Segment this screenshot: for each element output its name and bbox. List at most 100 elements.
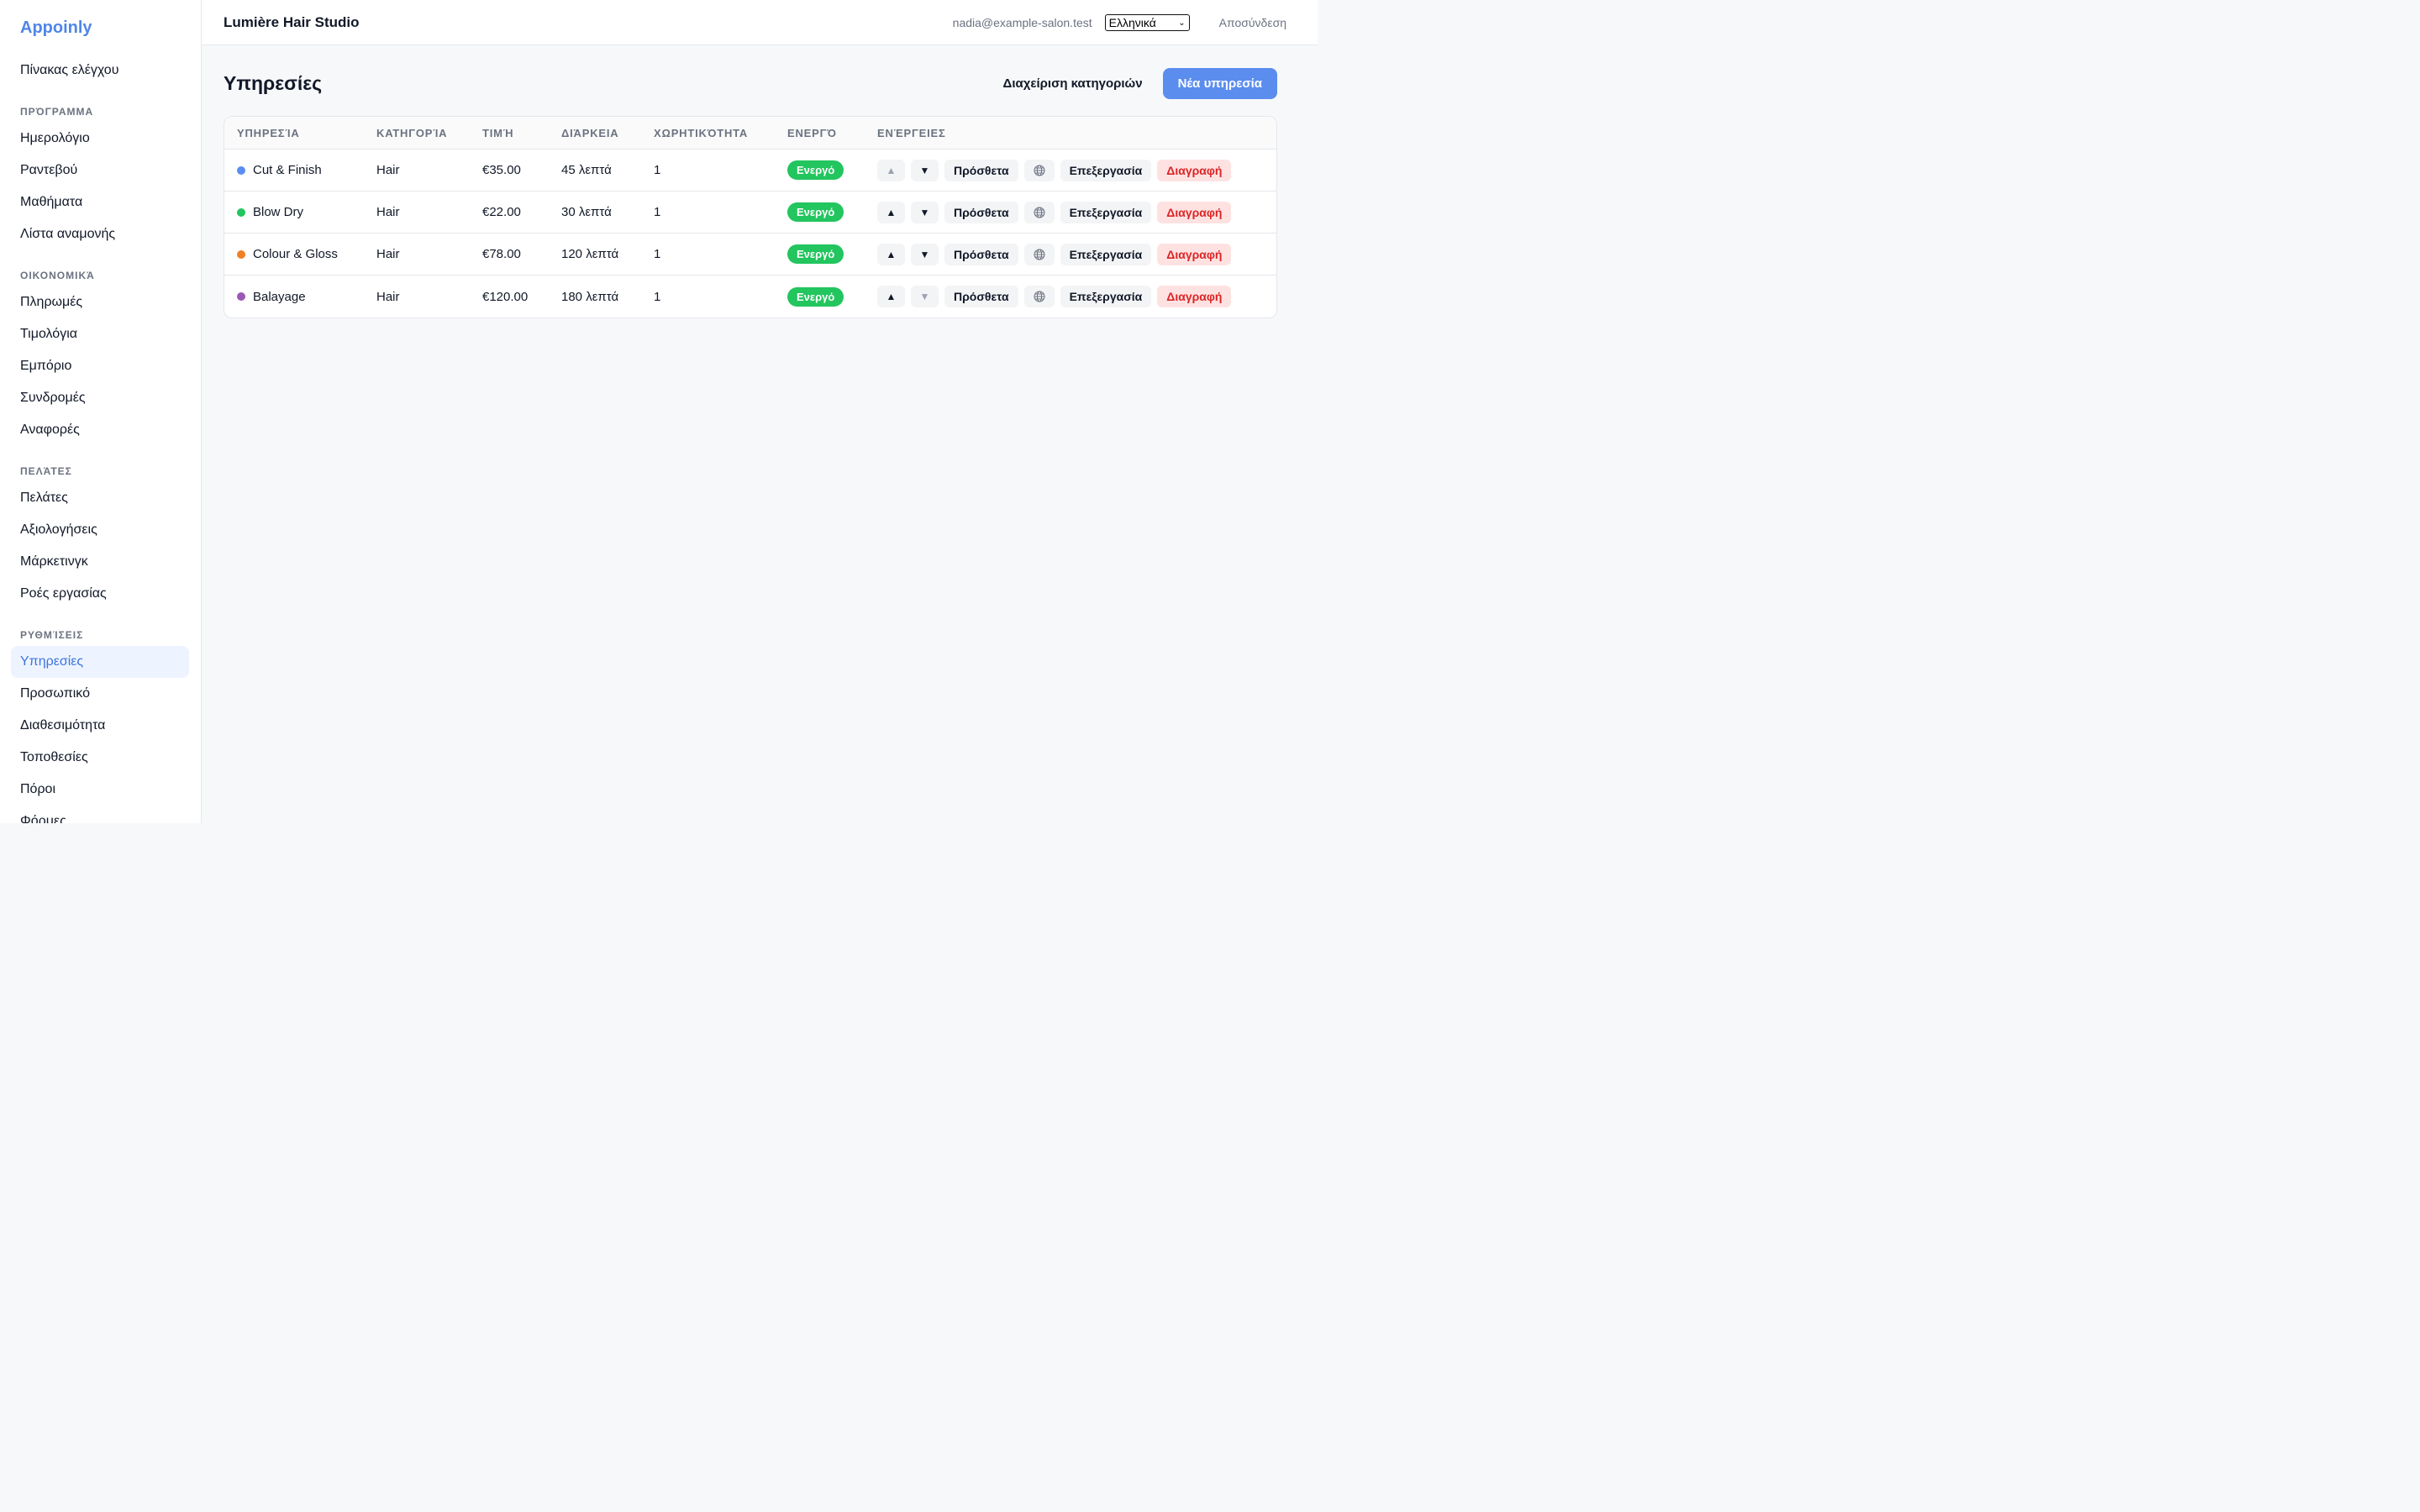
column-header-actions: Ενέργειες [877,126,946,139]
duration-cell: 30 λεπτά [561,205,612,219]
column-header-duration[interactable]: Διάρκεια [561,127,654,139]
sidebar-item[interactable]: Τιμολόγια [0,318,190,350]
sidebar-item[interactable]: Υπηρεσίες [11,646,189,678]
delete-button[interactable]: Διαγραφή [1157,159,1232,181]
move-up-button[interactable]: ▲ [877,286,905,307]
price-cell: €22.00 [482,205,521,219]
table-row: Blow Dry Hair €22.00 30 λεπτά 1 Ενεργό ▲… [224,192,1276,234]
sidebar-item[interactable]: Αναφορές [0,414,190,446]
sidebar-item-dashboard[interactable]: Πίνακας ελέγχου [0,55,190,87]
manage-categories-button[interactable]: Διαχείριση κατηγοριών [1003,76,1143,91]
status-cell: Ενεργό [787,160,877,180]
studio-name: Lumière Hair Studio [224,13,360,30]
sidebar-item[interactable]: Ραντεβού [0,155,190,186]
delete-button[interactable]: Διαγραφή [1157,286,1232,307]
column-header-service[interactable]: Υπηρεσία [224,127,376,139]
edit-button[interactable]: Επεξεργασία [1060,159,1152,181]
duration-cell: 120 λεπτά [561,247,619,261]
table-row: Cut & Finish Hair €35.00 45 λεπτά 1 Ενερ… [224,150,1276,192]
column-header-category[interactable]: Κατηγορία [376,127,482,139]
table-header: Υπηρεσία Κατηγορία Τιμή Διάρκεια Χωρητικ… [224,117,1276,150]
price-cell: €120.00 [482,289,529,304]
status-cell: Ενεργό [787,244,877,264]
column-header-capacity[interactable]: Χωρητικότητα [654,127,787,139]
brand-logo[interactable]: Appoinly [0,0,201,55]
price-cell: €35.00 [482,163,521,177]
services-table: Υπηρεσία Κατηγορία Τιμή Διάρκεια Χωρητικ… [224,116,1277,318]
sidebar-item[interactable]: Τοποθεσίες [0,742,190,774]
column-header-price[interactable]: Τιμή [482,127,561,139]
sidebar-item[interactable]: Εμπόριο [0,350,190,382]
price-cell: €78.00 [482,247,521,261]
sidebar-item[interactable]: Πελάτες [0,482,190,514]
sidebar-item[interactable]: Λίστα αναμονής [0,218,190,250]
service-cell: Colour & Gloss [224,247,376,261]
column-header-active[interactable]: Ενεργό [787,127,877,139]
move-down-button[interactable]: ▼ [911,159,939,181]
addons-button[interactable]: Πρόσθετα [944,243,1018,265]
move-down-button[interactable]: ▼ [911,201,939,223]
move-up-button[interactable]: ▲ [877,201,905,223]
delete-button[interactable]: Διαγραφή [1157,243,1232,265]
status-cell: Ενεργό [787,286,877,307]
move-down-button[interactable]: ▼ [911,243,939,265]
actions-cell: ▲ ▼ Πρόσθετα Επεξεργασία Διαγραφή [877,201,1276,223]
sidebar-item[interactable]: Ημερολόγιο [0,123,190,155]
actions-cell: ▲ ▼ Πρόσθετα Επεξεργασία Διαγραφή [877,243,1276,265]
chevron-down-icon: ⌄ [1178,18,1186,28]
delete-button[interactable]: Διαγραφή [1157,201,1232,223]
status-badge: Ενεργό [787,286,844,307]
service-cell: Blow Dry [224,205,376,219]
sidebar-item[interactable]: Αξιολογήσεις [0,514,190,546]
user-email: nadia@example-salon.test [952,16,1092,29]
sidebar-item[interactable]: Μάρκετινγκ [0,546,190,578]
status-badge: Ενεργό [787,160,844,180]
edit-button[interactable]: Επεξεργασία [1060,286,1152,307]
capacity-cell: 1 [654,289,661,304]
addons-button[interactable]: Πρόσθετα [944,159,1018,181]
sidebar-item[interactable]: Ροές εργασίας [0,578,190,610]
service-name: Colour & Gloss [253,247,338,261]
status-cell: Ενεργό [787,202,877,222]
capacity-cell: 1 [654,205,661,219]
category-cell: Hair [376,247,400,261]
actions-cell: ▲ ▼ Πρόσθετα Επεξεργασία Διαγραφή [877,159,1276,181]
addons-button[interactable]: Πρόσθετα [944,201,1018,223]
actions-cell: ▲ ▼ Πρόσθετα Επεξεργασία Διαγραφή [877,286,1276,307]
sidebar-item[interactable]: Πληρωμές [0,286,190,318]
capacity-cell: 1 [654,163,661,177]
logout-link[interactable]: Αποσύνδεση [1219,16,1286,29]
sidebar-item[interactable]: Διαθεσιμότητα [0,710,190,742]
globe-icon[interactable] [1023,286,1055,307]
service-color-dot [237,165,245,175]
status-badge: Ενεργό [787,202,844,222]
sidebar-item[interactable]: Προσωπικό [0,678,190,710]
new-service-button[interactable]: Νέα υπηρεσία [1162,67,1277,99]
sidebar-item[interactable]: Πόροι [0,774,190,806]
table-row: Colour & Gloss Hair €78.00 120 λεπτά 1 Ε… [224,234,1276,276]
sidebar-item[interactable]: Φόρμες [0,806,190,823]
service-name: Cut & Finish [253,163,322,177]
globe-icon[interactable] [1023,243,1055,265]
edit-button[interactable]: Επεξεργασία [1060,201,1152,223]
sidebar-item[interactable]: Συνδρομές [0,382,190,414]
globe-icon[interactable] [1023,201,1055,223]
sidebar-section-title: ΠΕΛΆΤΕΣ [20,465,72,477]
table-row: Balayage Hair €120.00 180 λεπτά 1 Ενεργό… [224,276,1276,318]
service-name: Balayage [253,289,306,304]
move-up-button[interactable]: ▲ [877,159,905,181]
globe-icon[interactable] [1023,159,1055,181]
capacity-cell: 1 [654,247,661,261]
addons-button[interactable]: Πρόσθετα [944,286,1018,307]
sidebar-section-title: ΟΙΚΟΝΟΜΙΚΆ [20,270,95,281]
sidebar: Appoinly Πίνακας ελέγχου ΠΡΌΓΡΑΜΜΑ Ημερολ… [0,0,202,823]
top-bar: Lumière Hair Studio nadia@example-salon.… [202,0,1318,45]
language-select[interactable]: Ελληνικά ⌄ [1104,14,1190,31]
move-up-button[interactable]: ▲ [877,243,905,265]
move-down-button[interactable]: ▼ [911,286,939,307]
service-color-dot [237,249,245,259]
sidebar-item[interactable]: Μαθήματα [0,186,190,218]
edit-button[interactable]: Επεξεργασία [1060,243,1152,265]
service-cell: Cut & Finish [224,163,376,177]
service-color-dot [237,292,245,301]
